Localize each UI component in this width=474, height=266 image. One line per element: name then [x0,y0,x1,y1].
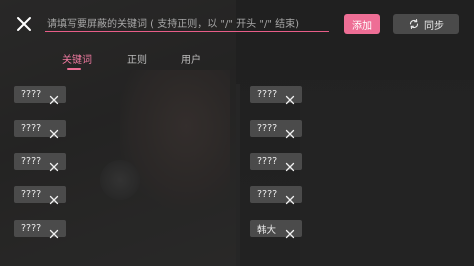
keyword-text: ???? [21,189,42,200]
sync-button[interactable]: 同步 [393,14,459,34]
tab-keywords[interactable]: 关键词 [62,51,92,66]
keyword-chip[interactable]: ???? [14,153,66,171]
remove-icon[interactable] [285,124,295,138]
remove-icon[interactable] [49,190,59,204]
keyword-chip[interactable]: ???? [14,220,66,238]
keyword-text: ???? [257,89,278,100]
keyword-text: ???? [21,123,42,134]
dim-overlay [0,0,474,266]
remove-icon[interactable] [49,157,59,171]
sync-icon [408,18,420,30]
active-tab-indicator [67,68,81,70]
keyword-text: ???? [21,223,42,234]
keyword-chip[interactable]: ???? [14,186,66,204]
keyword-text: ???? [21,156,42,167]
remove-icon[interactable] [49,90,59,104]
add-button[interactable]: 添加 [344,14,380,34]
close-button[interactable] [12,12,36,36]
keyword-text: ???? [257,123,278,134]
keyword-chip[interactable]: ???? [250,186,302,204]
keyword-chip[interactable]: ???? [250,120,302,138]
remove-icon[interactable] [285,224,295,238]
remove-icon[interactable] [285,157,295,171]
keyword-text: ???? [21,89,42,100]
sync-label: 同步 [424,20,444,32]
keyword-chip[interactable]: ???? [250,153,302,171]
keyword-text: ???? [257,189,278,200]
remove-icon[interactable] [285,190,295,204]
keyword-text: ???? [257,156,278,167]
remove-icon[interactable] [49,224,59,238]
keyword-chip[interactable]: 韩大 [250,220,302,238]
remove-icon[interactable] [49,124,59,138]
close-icon [12,17,36,40]
remove-icon[interactable] [285,90,295,104]
tab-users[interactable]: 用户 [181,51,201,66]
keyword-chip[interactable]: ???? [250,86,302,104]
keyword-chip[interactable]: ???? [14,86,66,104]
keyword-chip[interactable]: ???? [14,120,66,138]
keyword-text: 韩大 [257,224,277,236]
tab-regex[interactable]: 正则 [127,51,147,66]
input-underline [45,31,329,32]
